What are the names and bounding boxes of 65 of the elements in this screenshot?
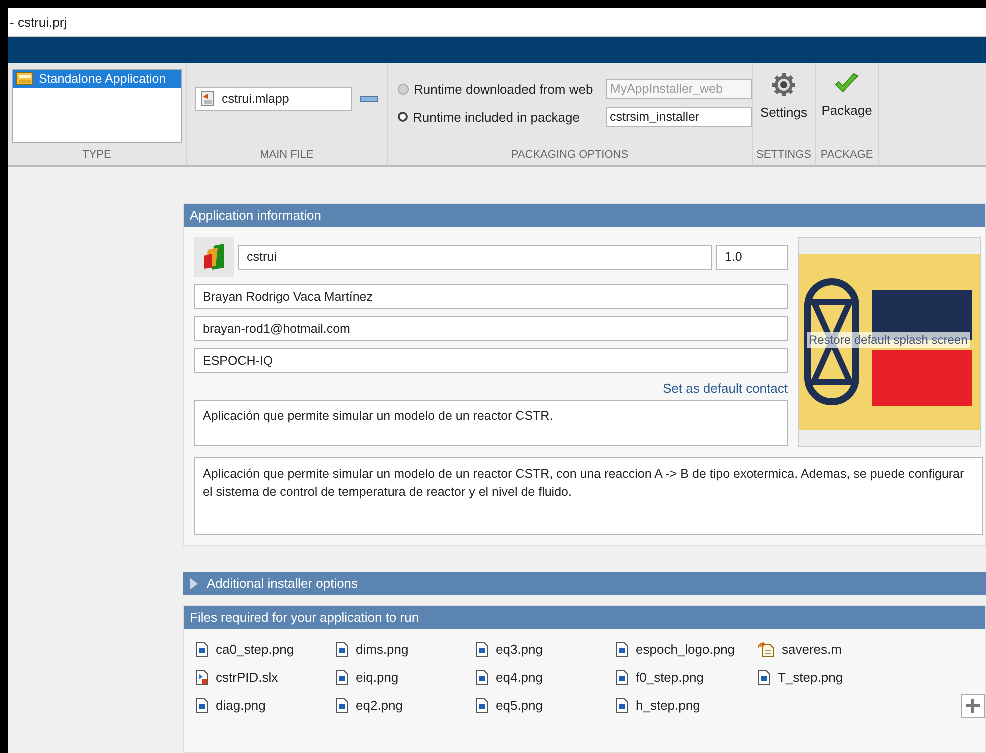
file-item[interactable]: T_step.png xyxy=(758,663,878,691)
radio-button[interactable] xyxy=(398,112,408,122)
summary-field[interactable]: Aplicación que permite simular un modelo de un reactor CSTR. xyxy=(194,400,788,446)
section-caption: PACKAGE xyxy=(820,148,874,163)
app-file-icon xyxy=(200,91,216,107)
image-file-icon xyxy=(336,698,348,712)
settings-icon xyxy=(772,73,796,97)
restore-splash-tooltip[interactable]: Restore default splash screen xyxy=(807,332,970,348)
section-caption: TYPE xyxy=(82,148,112,163)
image-file-icon xyxy=(616,670,628,684)
image-file-icon xyxy=(758,670,770,684)
installer-name-field[interactable]: cstrsim_installer xyxy=(606,107,752,127)
script-file-icon xyxy=(758,642,774,656)
checkmark-icon xyxy=(834,73,860,95)
default-contact-link[interactable]: Set as default contact xyxy=(662,381,788,396)
radio-label[interactable]: Runtime included in package xyxy=(413,110,601,124)
expand-arrow-icon xyxy=(189,578,199,590)
image-file-icon xyxy=(476,698,488,712)
file-item[interactable]: diag.png xyxy=(196,691,336,719)
email-field[interactable]: brayan-rod1@hotmail.com xyxy=(194,316,788,341)
author-field[interactable]: Brayan Rodrigo Vaca Martínez xyxy=(194,284,788,309)
model-file-icon xyxy=(196,670,208,684)
file-item[interactable]: dims.png xyxy=(336,635,476,663)
file-item[interactable]: eq4.png xyxy=(476,663,616,691)
app-window-icon xyxy=(16,72,34,86)
image-file-icon xyxy=(336,642,348,656)
section-caption: PACKAGING OPTIONS xyxy=(511,148,629,163)
section-header: Files required for your application to run xyxy=(184,606,985,629)
image-file-icon xyxy=(476,642,488,656)
section-header: Application information xyxy=(184,204,985,227)
file-item[interactable]: ca0_step.png xyxy=(196,635,336,663)
remove-button[interactable] xyxy=(360,96,378,102)
type-item[interactable]: Standalone Application xyxy=(13,70,181,88)
app-icon-tile[interactable] xyxy=(194,237,234,277)
company-field[interactable]: ESPOCH-IQ xyxy=(194,348,788,373)
settings-button[interactable]: Settings xyxy=(758,69,810,125)
version-field[interactable]: 1.0 xyxy=(716,244,788,270)
radio-button[interactable] xyxy=(398,84,409,94)
file-item[interactable]: eiq.png xyxy=(336,663,476,691)
image-file-icon xyxy=(476,670,488,684)
file-item[interactable]: eq2.png xyxy=(336,691,476,719)
image-file-icon xyxy=(196,642,208,656)
package-button[interactable]: Package xyxy=(820,69,874,125)
file-item[interactable]: eq3.png xyxy=(476,635,616,663)
description-field[interactable]: Aplicación que permite simular un modelo de un reactor CSTR, con una reaccion A -> B de tipo exotermica. Ademas, se puede configurar el sistema de control de temperatura de reactor y el nivel de fluido. xyxy=(194,457,983,535)
file-item[interactable]: cstrPID.slx xyxy=(196,663,336,691)
add-file-button[interactable] xyxy=(961,694,985,718)
plus-icon xyxy=(965,698,981,714)
image-file-icon xyxy=(336,670,348,684)
file-item[interactable]: eq5.png xyxy=(476,691,616,719)
image-file-icon xyxy=(616,642,628,656)
file-item[interactable]: f0_step.png xyxy=(616,663,758,691)
window-title: - cstrui.prj xyxy=(10,14,68,30)
radio-label[interactable]: Runtime downloaded from web xyxy=(414,82,602,96)
section-caption: MAIN FILE xyxy=(260,148,314,163)
main-file-field[interactable]: cstrui.mlapp xyxy=(195,87,352,111)
file-item[interactable]: espoch_logo.png xyxy=(616,635,758,663)
section-caption: SETTINGS xyxy=(756,148,812,163)
image-file-icon xyxy=(196,698,208,712)
app-name-field[interactable]: cstrui xyxy=(238,244,712,270)
file-item[interactable]: h_step.png xyxy=(616,691,758,719)
additional-options-header[interactable]: Additional installer options xyxy=(183,572,986,595)
file-item[interactable]: saveres.m xyxy=(758,635,878,663)
app-logo-icon xyxy=(202,244,226,270)
image-file-icon xyxy=(616,698,628,712)
